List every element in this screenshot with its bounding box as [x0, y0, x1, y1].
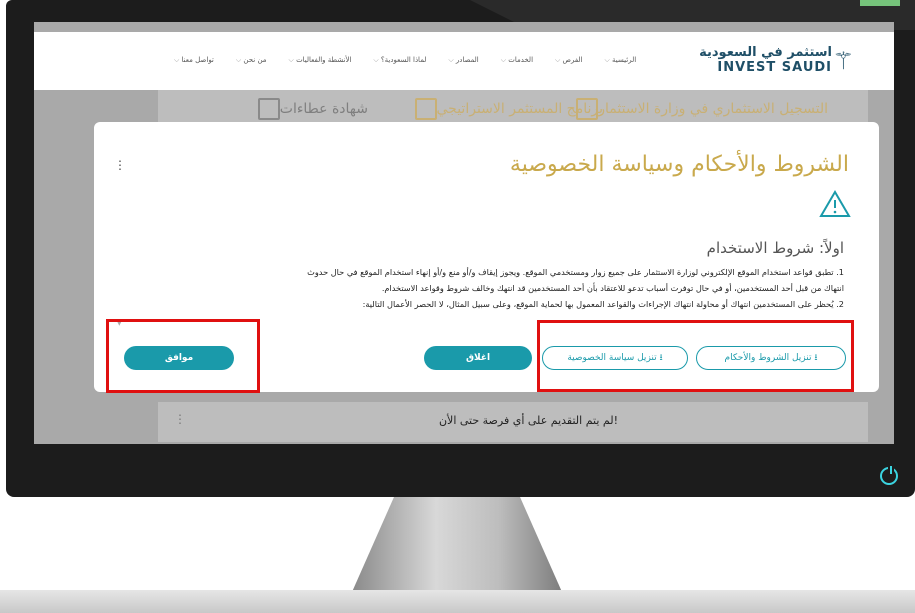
highlight-agree	[106, 319, 260, 393]
terms-text: 1. تطبق قواعد استخدام الموقع الإلكتروني …	[144, 264, 844, 312]
terms-line: انتهاك من قبل أحد المستخدمين، أو في حال …	[381, 283, 844, 293]
service-tabs: التسجيل الاستثماري في وزارة الاستثمار بر…	[158, 90, 868, 124]
tab-strategic-investor[interactable]: برنامج المستثمر الاستراتيجي	[409, 98, 604, 120]
terms-line: 2. يُحظر على المستخدمين انتهاك أو محاولة…	[362, 299, 844, 309]
nav-item-home[interactable]: الرئيسية	[605, 56, 636, 65]
applications-row: ⋮ لم يتم التقديم على أي فرصة حتى الأن!	[158, 402, 868, 442]
empty-notice: لم يتم التقديم على أي فرصة حتى الأن!	[438, 414, 618, 427]
certificate-icon	[414, 98, 437, 120]
logo[interactable]: استثمر في السعودية INVEST SAUDI	[699, 45, 832, 75]
warning-icon	[819, 190, 851, 217]
more-icon[interactable]: ⋮	[174, 412, 186, 426]
power-icon	[880, 466, 898, 485]
logo-icon: ⚚	[832, 47, 854, 75]
corner-tab	[860, 0, 900, 6]
terms-line: 1. تطبق قواعد استخدام الموقع الإلكتروني …	[307, 267, 844, 277]
monitor-base	[0, 590, 915, 613]
certificate-icon	[257, 98, 280, 120]
nav-item-contact[interactable]: تواصل معنا	[174, 56, 214, 65]
modal-scrollbar[interactable]: ⋮	[114, 158, 126, 172]
nav-item-about[interactable]: من نحن	[236, 56, 266, 65]
nav-item-resources[interactable]: المصادر	[448, 56, 479, 65]
tab-label: التسجيل الاستثماري في وزارة الاستثمار	[598, 101, 828, 117]
close-button[interactable]: اغلاق	[424, 346, 532, 370]
nav-item-opportunities[interactable]: الفرص	[555, 56, 583, 65]
modal-title: الشروط والأحكام وسياسة الخصوصية	[509, 152, 849, 177]
top-navbar: ⚚ استثمر في السعودية INVEST SAUDI الرئيس…	[34, 32, 894, 90]
tab-label: برنامج المستثمر الاستراتيجي	[436, 101, 604, 117]
highlight-downloads	[537, 320, 854, 392]
nav-item-why-saudi[interactable]: لماذا السعودية؟	[373, 56, 426, 65]
section-title: اولاً: شروط الاستخدام	[706, 239, 844, 257]
nav-item-events[interactable]: الأنشطة والفعاليات	[289, 56, 351, 65]
logo-text-ar: استثمر في السعودية	[699, 45, 832, 60]
tab-label: شهادة عطاءات	[279, 101, 368, 117]
nav-item-services[interactable]: الخدمات	[501, 56, 533, 65]
main-nav: الرئيسية الفرص الخدمات المصادر لماذا الس…	[174, 56, 637, 65]
tab-tenders-certificate[interactable]: شهادة عطاءات	[252, 98, 368, 120]
tab-investment-registration[interactable]: التسجيل الاستثماري في وزارة الاستثمار	[570, 98, 828, 120]
monitor-stand	[352, 497, 562, 592]
logo-text-en: INVEST SAUDI	[717, 60, 832, 75]
